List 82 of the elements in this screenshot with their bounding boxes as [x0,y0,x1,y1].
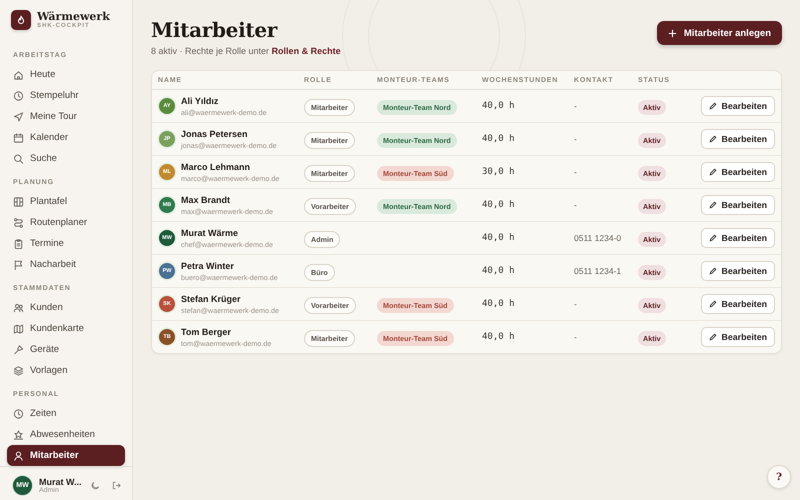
moon-icon[interactable] [91,480,100,490]
pencil-icon [708,234,717,242]
sidebar-item[interactable]: Suche [7,148,125,169]
weekly-hours: 40,0 h [482,200,516,210]
grid-board-icon [13,196,24,208]
weekly-hours: 40,0 h [482,233,516,243]
sidebar-item[interactable]: Stempeluhr [7,85,125,106]
employee-name: Murat Wärme [181,228,240,238]
weekly-hours: 40,0 h [482,332,516,342]
logout-icon[interactable] [112,480,121,490]
edit-button[interactable]: Bearbeiten [700,294,775,314]
sidebar-item[interactable]: Abwesenheiten [7,424,125,445]
sidebar-item[interactable]: Plantafel [7,191,125,212]
pencil-icon [708,300,717,308]
sidebar-item[interactable]: Nacharbeit [7,254,125,275]
pencil-icon [708,102,717,110]
user-name: Murat W... [39,476,82,486]
weekly-hours: 40,0 h [482,134,516,144]
flame-logo-icon [11,10,31,30]
star-icon [13,428,24,440]
home-icon [13,68,24,80]
roles-link[interactable]: Rollen & Rechte [272,46,341,56]
pencil-icon [708,201,717,209]
sidebar-item[interactable]: Kundenkarte [7,318,125,339]
clipboard-icon [13,238,24,250]
contact-text: - [574,299,578,309]
contact-text: 0511 1234-0 [574,233,622,243]
employee-name: Marco Lehmann [181,162,252,172]
page-title: Mitarbeiter [151,17,278,43]
employee-name: Ali Yıldız [181,96,220,106]
contact-text: - [574,101,578,111]
employee-name: Stefan Krüger [181,294,242,304]
pencil-icon [708,333,717,341]
sidebar-item[interactable]: Kalender [7,127,125,148]
contact-text: 0511 1234-1 [574,266,622,276]
contact-text: - [574,332,578,342]
calendar-icon [13,132,24,144]
edit-button[interactable]: Bearbeiten [700,129,775,149]
sidebar-item[interactable]: Meine Tour [7,106,125,127]
sidebar-item[interactable]: Vorlagen [7,360,125,381]
sidebar-item[interactable]: Routenplaner [7,212,125,233]
employee-name: Petra Winter [181,260,235,270]
edit-button[interactable]: Bearbeiten [700,195,775,215]
sidebar-item[interactable]: Geräte [7,339,125,360]
map-icon [13,322,24,334]
person-icon [13,450,24,462]
weekly-hours: 40,0 h [482,266,516,276]
flag-icon [13,258,24,270]
contact-text: - [574,167,578,177]
plus-icon [668,28,677,38]
employee-name: Tom Berger [181,326,232,336]
navigation-arrow-icon [13,110,24,122]
weekly-hours: 40,0 h [482,299,516,309]
edit-button[interactable]: Bearbeiten [700,327,775,347]
people-icon [13,302,24,314]
layers-icon [13,364,24,376]
sidebar-item[interactable]: Heute [7,64,125,85]
sidebar-item[interactable]: Kunden [7,297,125,318]
employee-name: Max Brandt [181,194,232,204]
weekly-hours: 40,0 h [482,101,516,111]
clock-icon [13,408,24,420]
employee-name: Jonas Petersen [181,128,249,138]
clock-icon [13,90,24,102]
page-subtitle: 8 aktiv · Rechte je Rolle unter Rollen & Rechte [151,46,341,56]
pencil-icon [708,168,717,176]
edit-button[interactable]: Bearbeiten [700,261,775,281]
search-icon [13,152,24,164]
sidebar-item[interactable]: Mitarbeiter [7,445,125,466]
edit-button[interactable]: Bearbeiten [700,228,775,248]
sidebar-item[interactable]: Termine [7,233,125,254]
help-button[interactable]: ? [767,465,791,489]
contact-text: - [574,134,578,144]
weekly-hours: 30,0 h [482,167,516,177]
edit-button[interactable]: Bearbeiten [700,96,775,116]
pencil-icon [708,135,717,143]
pencil-icon [708,267,717,275]
add-employee-button[interactable]: Mitarbeiter anlegen [656,21,782,45]
route-icon [13,216,24,228]
sidebar-item[interactable]: Zeiten [7,403,125,424]
brand-name: Wärmewerk [37,11,110,23]
edit-button[interactable]: Bearbeiten [700,162,775,182]
contact-text: - [574,200,578,210]
